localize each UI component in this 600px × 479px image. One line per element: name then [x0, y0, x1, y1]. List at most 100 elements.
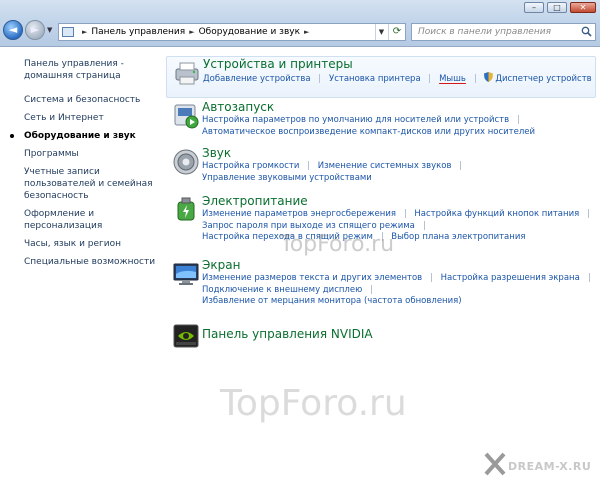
- sidebar-item-programs[interactable]: Программы: [24, 148, 160, 160]
- autoplay-icon[interactable]: [172, 102, 200, 130]
- search-input[interactable]: Поиск в панели управления: [411, 23, 596, 41]
- current-bullet: [10, 134, 14, 138]
- category-title-nvidia[interactable]: Панель управления NVIDIA: [202, 327, 596, 342]
- address-dropdown[interactable]: ▼: [375, 24, 387, 40]
- link-separator: [430, 273, 432, 282]
- power-icon[interactable]: [172, 196, 200, 224]
- link-row: Настройка перехода в спящий режим Выбор …: [202, 232, 596, 244]
- category-title-sound[interactable]: Звук: [202, 146, 596, 161]
- link-row: Добавление устройства Установка принтера…: [203, 72, 595, 86]
- link-separator: [587, 209, 589, 218]
- link-add-device[interactable]: Добавление устройства: [203, 74, 311, 84]
- breadcrumb-control-panel[interactable]: Панель управления: [91, 27, 185, 37]
- link-separator: [370, 284, 372, 294]
- category-body: Звук Настройка громкости Изменение систе…: [202, 146, 596, 184]
- link-system-sounds[interactable]: Изменение системных звуков: [318, 161, 452, 171]
- sidebar-item-user-accounts[interactable]: Учетные записи пользователей и семейная …: [24, 166, 160, 202]
- link-screen-resolution[interactable]: Настройка разрешения экрана: [441, 273, 580, 283]
- link-power-buttons[interactable]: Настройка функций кнопок питания: [414, 209, 579, 219]
- link-row: Подключение к внешнему дисплею: [202, 284, 596, 297]
- link-row: Избавление от мерцания монитора (частота…: [202, 296, 596, 308]
- link-autoplay-defaults[interactable]: Настройка параметров по умолчанию для но…: [202, 115, 509, 125]
- recent-pages-dropdown[interactable]: ▼: [47, 20, 55, 40]
- link-separator: [588, 273, 590, 282]
- category-sound: Звук Настройка громкости Изменение систе…: [166, 146, 596, 186]
- close-button[interactable]: ✕: [570, 2, 596, 13]
- category-autoplay: Автозапуск Настройка параметров по умолч…: [166, 100, 596, 140]
- category-body: Устройства и принтеры Добавление устройс…: [203, 57, 595, 86]
- category-title-devices[interactable]: Устройства и принтеры: [203, 57, 595, 72]
- link-row: Изменение параметров энергосбережения На…: [202, 209, 596, 221]
- category-devices: Устройства и принтеры Добавление устройс…: [166, 56, 596, 98]
- link-separator: [460, 161, 462, 170]
- window-controls: – □ ✕: [524, 2, 596, 13]
- breadcrumb-separator[interactable]: ►: [304, 28, 309, 36]
- search-icon[interactable]: [581, 26, 592, 37]
- link-row: Настройка громкости Изменение системных …: [202, 161, 596, 173]
- sidebar-item-label: Оборудование и звук: [24, 131, 136, 141]
- link-wake-password[interactable]: Запрос пароля при выходе из спящего режи…: [202, 221, 415, 231]
- category-body: Электропитание Изменение параметров энер…: [202, 194, 596, 244]
- sidebar-item-network[interactable]: Сеть и Интернет: [24, 112, 160, 124]
- control-panel-icon: [62, 27, 74, 37]
- link-volume[interactable]: Настройка громкости: [202, 161, 299, 171]
- nvidia-icon[interactable]: [172, 322, 200, 350]
- link-separator: [319, 74, 321, 83]
- link-separator: [517, 115, 519, 124]
- link-separator: [404, 209, 406, 218]
- link-power-settings[interactable]: Изменение параметров энергосбережения: [202, 209, 396, 219]
- link-row: Запрос пароля при выходе из спящего режи…: [202, 220, 596, 233]
- link-separator: [429, 74, 431, 83]
- sidebar-item-home[interactable]: Панель управления - домашняя страница: [24, 58, 160, 82]
- link-autoplay-cd[interactable]: Автоматическое воспроизведение компакт-д…: [202, 127, 535, 137]
- link-separator: [474, 74, 476, 83]
- watermark-text: TopForo.ru: [220, 383, 407, 424]
- watermark-text: TopForo.ru: [280, 232, 395, 257]
- back-button[interactable]: ◄: [3, 20, 23, 40]
- category-body: Автозапуск Настройка параметров по умолч…: [202, 100, 596, 138]
- search-placeholder: Поиск в панели управления: [418, 27, 551, 37]
- link-text-size[interactable]: Изменение размеров текста и других элеме…: [202, 273, 422, 283]
- speaker-icon[interactable]: [172, 148, 200, 176]
- link-power-plan[interactable]: Выбор плана электропитания: [391, 232, 525, 242]
- forward-button[interactable]: ►: [25, 20, 45, 40]
- category-body: Экран Изменение размеров текста и других…: [202, 258, 596, 308]
- link-refresh-rate[interactable]: Избавление от мерцания монитора (частота…: [202, 296, 462, 306]
- breadcrumb-separator[interactable]: ►: [82, 28, 87, 36]
- breadcrumb-hardware-sound[interactable]: Оборудование и звук: [199, 27, 300, 37]
- dream-x-logo: DREAM-X.RU: [508, 460, 592, 473]
- link-separator: [308, 161, 310, 170]
- printer-icon[interactable]: [173, 59, 201, 87]
- link-row: Настройка параметров по умолчанию для но…: [202, 115, 596, 127]
- link-install-printer[interactable]: Установка принтера: [329, 74, 421, 84]
- uac-shield-icon: [484, 72, 494, 82]
- breadcrumb-separator[interactable]: ►: [189, 28, 194, 36]
- link-row: Управление звуковыми устройствами: [202, 173, 596, 185]
- sidebar-item-accessibility[interactable]: Специальные возможности: [24, 256, 160, 268]
- link-row: Автоматическое воспроизведение компакт-д…: [202, 127, 596, 139]
- address-bar[interactable]: ► Панель управления ► Оборудование и зву…: [58, 23, 406, 41]
- nav-arrows: ◄ ► ▼: [3, 20, 55, 40]
- sidebar-item-system-security[interactable]: Система и безопасность: [24, 94, 160, 106]
- link-audio-devices[interactable]: Управление звуковыми устройствами: [202, 173, 372, 183]
- category-body: Панель управления NVIDIA: [202, 320, 596, 342]
- navigation-bar: – □ ✕ ◄ ► ▼ ► Панель управления ► Оборуд…: [0, 0, 600, 47]
- refresh-button[interactable]: ⟳: [388, 24, 405, 40]
- sidebar-item-hardware-sound: Оборудование и звук: [10, 130, 160, 142]
- category-title-display[interactable]: Экран: [202, 258, 596, 273]
- maximize-button[interactable]: □: [547, 2, 567, 13]
- link-separator: [423, 220, 425, 230]
- category-display: Экран Изменение размеров текста и других…: [166, 258, 596, 318]
- link-device-manager[interactable]: Диспетчер устройств: [495, 74, 591, 84]
- link-row: Изменение размеров текста и других элеме…: [202, 273, 596, 285]
- minimize-button[interactable]: –: [524, 2, 544, 13]
- category-title-power[interactable]: Электропитание: [202, 194, 596, 209]
- category-title-autoplay[interactable]: Автозапуск: [202, 100, 596, 115]
- category-nvidia: Панель управления NVIDIA: [166, 320, 596, 352]
- sidebar-item-appearance[interactable]: Оформление и персонализация: [24, 208, 160, 232]
- link-external-display[interactable]: Подключение к внешнему дисплею: [202, 285, 362, 295]
- sidebar-item-clock-region[interactable]: Часы, язык и регион: [24, 238, 160, 250]
- sidebar: Панель управления - домашняя страница Си…: [0, 48, 160, 479]
- monitor-icon[interactable]: [172, 260, 200, 288]
- link-mouse[interactable]: Мышь: [439, 74, 466, 84]
